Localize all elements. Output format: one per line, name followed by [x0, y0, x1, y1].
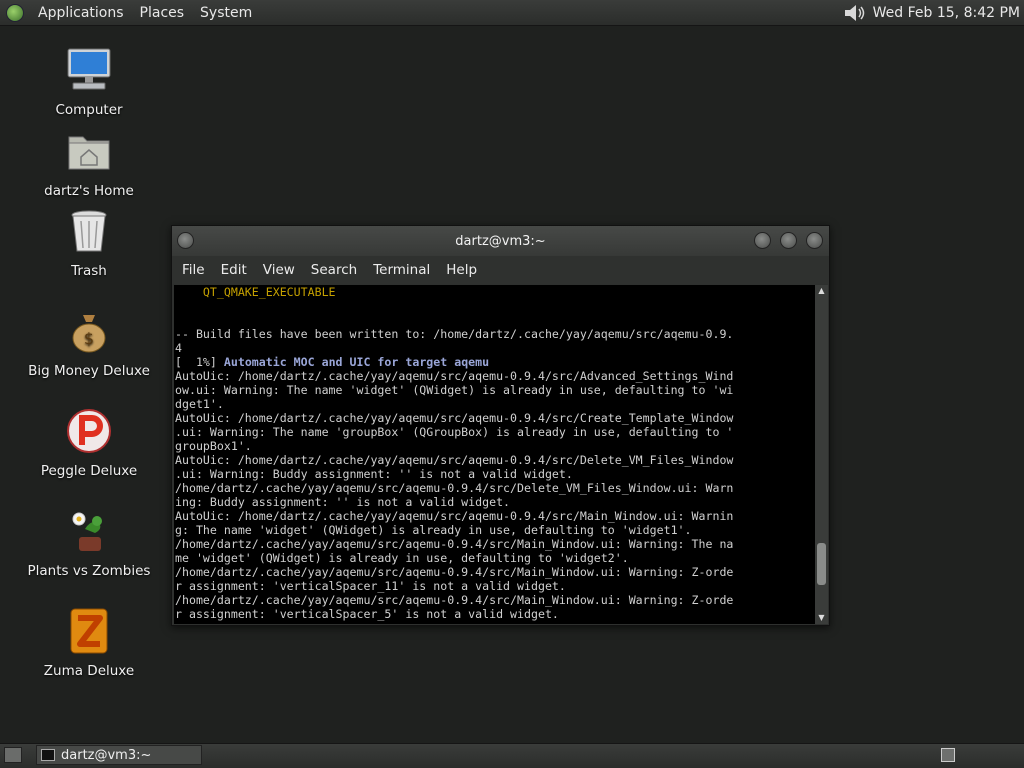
terminal-line: AutoUic: /home/dartz/.cache/yay/aqemu/sr… — [175, 453, 734, 467]
menu-file[interactable]: File — [174, 262, 213, 278]
workspace-switcher[interactable] — [941, 748, 955, 762]
terminal-line: /home/dartz/.cache/yay/aqemu/src/aqemu-0… — [175, 537, 734, 551]
window-menu-icon[interactable] — [177, 232, 194, 249]
terminal-text: QT_QMAKE_EXECUTABLE -- Build files have … — [174, 285, 816, 621]
minimize-button[interactable] — [754, 232, 771, 249]
trash-icon — [71, 210, 107, 252]
terminal-line: AutoUic: /home/dartz/.cache/yay/aqemu/sr… — [175, 509, 734, 523]
terminal-line: 4 — [175, 341, 182, 355]
terminal-line: ow.ui: Warning: The name 'widget' (QWidg… — [175, 383, 734, 397]
terminal-line: [ 1%] Automatic MOC and UIC for target a… — [175, 355, 490, 369]
desktop-icon-label: Zuma Deluxe — [43, 663, 135, 679]
show-desktop-button[interactable] — [4, 747, 22, 763]
menu-view[interactable]: View — [255, 262, 303, 278]
desktop-icon-trash[interactable]: Trash — [14, 207, 164, 279]
desktop-icon-home[interactable]: dartz's Home — [14, 127, 164, 199]
desktop-icon-label: Computer — [55, 102, 123, 118]
terminal-scrollbar[interactable]: ▲ ▼ — [815, 285, 828, 624]
terminal-line: /home/dartz/.cache/yay/aqemu/src/aqemu-0… — [175, 565, 734, 579]
terminal-line: -- Build files have been written to: /ho… — [175, 327, 734, 341]
zuma-icon — [70, 608, 108, 654]
taskbar-item-terminal[interactable]: dartz@vm3:~ — [36, 745, 202, 765]
terminal-line: AutoUic: /home/dartz/.cache/yay/aqemu/sr… — [175, 369, 734, 383]
plants-icon — [72, 512, 102, 551]
window-title: dartz@vm3:~ — [455, 233, 546, 249]
terminal-line: .ui: Warning: The name 'groupBox' (QGrou… — [175, 425, 734, 439]
desktop-icon-zuma[interactable]: Zuma Deluxe — [14, 607, 164, 679]
peggle-icon — [67, 409, 111, 453]
scroll-down-icon[interactable]: ▼ — [815, 612, 828, 624]
terminal-line: AutoUic: /home/dartz/.cache/yay/aqemu/sr… — [175, 411, 734, 425]
desktop-icon-pvz[interactable]: Plants vs Zombies — [14, 507, 164, 579]
top-panel: Applications Places System Wed Feb 15, 8… — [0, 0, 1024, 26]
terminal-line: ing: Buddy assignment: '' is not a valid… — [175, 495, 511, 509]
computer-icon — [67, 48, 111, 90]
scroll-up-icon[interactable]: ▲ — [815, 285, 828, 297]
terminal-menubar: File Edit View Search Terminal Help — [172, 256, 829, 284]
desktop-icon-label: Big Money Deluxe — [28, 363, 150, 379]
menu-help[interactable]: Help — [438, 262, 485, 278]
desktop-icon-label: Peggle Deluxe — [40, 463, 138, 479]
close-button[interactable] — [806, 232, 823, 249]
system-menu[interactable]: System — [192, 5, 260, 21]
desktop-icon-label: Trash — [71, 263, 107, 279]
volume-icon[interactable] — [843, 4, 867, 22]
menu-edit[interactable]: Edit — [213, 262, 255, 278]
window-titlebar[interactable]: dartz@vm3:~ — [172, 226, 829, 256]
places-menu[interactable]: Places — [132, 5, 193, 21]
terminal-icon — [41, 749, 55, 761]
svg-text:$: $ — [84, 329, 94, 348]
terminal-line: r assignment: 'verticalSpacer_11' is not… — [175, 579, 566, 593]
money-bag-icon: $ — [72, 315, 106, 353]
terminal-line: .ui: Warning: Buddy assignment: '' is no… — [175, 467, 573, 481]
terminal-output[interactable]: QT_QMAKE_EXECUTABLE -- Build files have … — [174, 285, 816, 624]
desktop-icon-computer[interactable]: Computer — [14, 46, 164, 118]
taskbar-item-label: dartz@vm3:~ — [61, 747, 152, 763]
terminal-line: /home/dartz/.cache/yay/aqemu/src/aqemu-0… — [175, 593, 734, 607]
terminal-bold-text: Automatic MOC and UIC for target aqemu — [223, 355, 490, 369]
terminal-line: QT_QMAKE_EXECUTABLE — [175, 285, 336, 299]
clock[interactable]: Wed Feb 15, 8:42 PM — [873, 5, 1020, 21]
terminal-line: g: The name 'widget' (QWidget) is alread… — [175, 523, 692, 537]
terminal-window[interactable]: dartz@vm3:~ File Edit View Search Termin… — [171, 225, 830, 626]
desktop-icon-big-money[interactable]: $ Big Money Deluxe — [14, 307, 164, 379]
applications-menu[interactable]: Applications — [30, 5, 132, 21]
terminal-line: dget1'. — [175, 397, 224, 411]
terminal-line: me 'widget' (QWidget) is already in use,… — [175, 551, 629, 565]
desktop-icon-label: dartz's Home — [44, 183, 134, 199]
menu-search[interactable]: Search — [303, 262, 365, 278]
distro-logo-icon[interactable] — [6, 3, 24, 22]
desktop-icon-peggle[interactable]: Peggle Deluxe — [14, 407, 164, 479]
terminal-line: r assignment: 'verticalSpacer_5' is not … — [175, 607, 559, 621]
terminal-line: /home/dartz/.cache/yay/aqemu/src/aqemu-0… — [175, 481, 734, 495]
panel-tray: Wed Feb 15, 8:42 PM — [843, 4, 1020, 22]
scroll-thumb[interactable] — [817, 543, 826, 585]
maximize-button[interactable] — [780, 232, 797, 249]
terminal-line: groupBox1'. — [175, 439, 252, 453]
home-folder-icon — [68, 136, 110, 170]
desktop-icon-label: Plants vs Zombies — [27, 563, 151, 579]
bottom-panel: dartz@vm3:~ — [0, 743, 1024, 768]
menu-terminal[interactable]: Terminal — [365, 262, 438, 278]
